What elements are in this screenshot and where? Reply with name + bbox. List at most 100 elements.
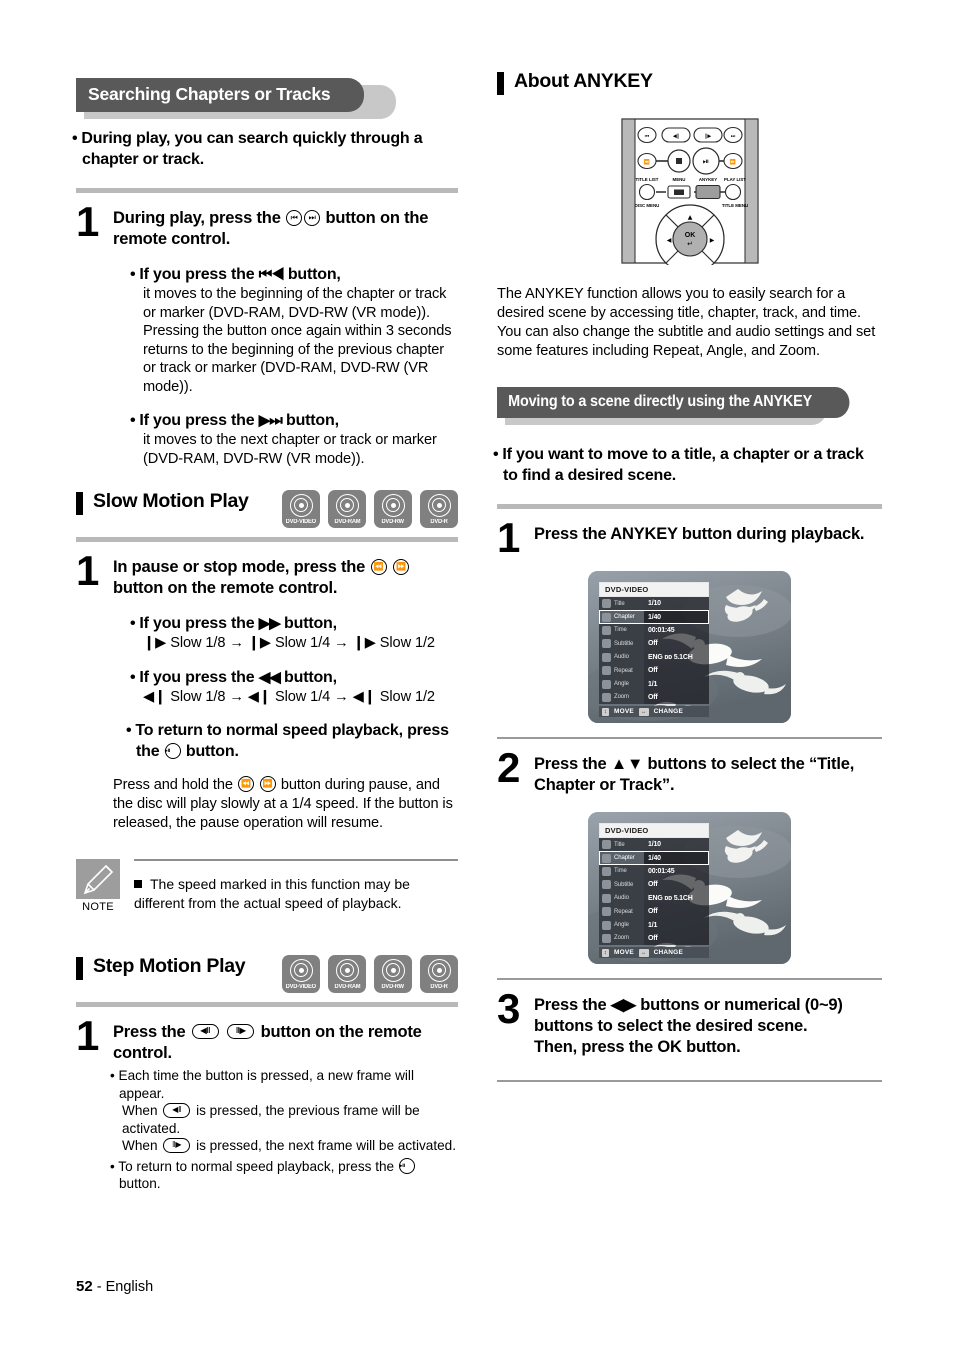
title-icon <box>602 599 611 609</box>
svg-text:‖▶: ‖▶ <box>704 134 711 140</box>
osd-row-label: Title <box>614 841 625 848</box>
osd-row-angle[interactable]: Angle 1/1 <box>599 677 709 691</box>
osd-key: Audio <box>599 891 644 905</box>
disc-badge-label: DVD-RW <box>381 518 405 525</box>
osd-footer-change: CHANGE <box>653 949 683 957</box>
section-rule <box>76 1002 458 1007</box>
bullet-dot-icon: • <box>72 130 78 147</box>
note-square-icon <box>134 880 142 888</box>
osd-disc-type: DVD-VIDEO <box>599 582 709 597</box>
svg-text:◀‖: ◀‖ <box>672 134 678 140</box>
osd-row-chapter[interactable]: Chapter 1/40 <box>599 851 709 865</box>
clock-icon <box>602 866 611 876</box>
osd-row-zoom[interactable]: Zoom Off <box>599 690 709 705</box>
osd-row-time[interactable]: Time 00:01:45 <box>599 864 709 879</box>
line3-prefix: When <box>122 1138 158 1153</box>
osd-row-time[interactable]: Time 00:01:45 <box>599 623 709 638</box>
step-title: During play, press the ⏮ ⏭ button on the … <box>113 208 458 250</box>
bullet-normal-speed: • To return to normal speed playback, pre… <box>126 720 458 762</box>
svg-text:TITLE MENU: TITLE MENU <box>721 203 747 208</box>
bullet-label: If you press the <box>139 412 255 429</box>
anykey-osd-menu: DVD-VIDEO Title 1/10 Chapter 1/40 Time 0… <box>599 582 709 718</box>
step-motion-bullet-1-line3: When ‖▶ is pressed, the next frame will … <box>113 1137 458 1155</box>
osd-row-repeat[interactable]: Repeat Off <box>599 904 709 919</box>
disc-badge-dvd-video: DVD-VIDEO <box>282 955 320 993</box>
step-motion-bullet-1: • Each time the button is pressed, a new… <box>110 1067 458 1102</box>
osd-row-title[interactable]: Title 1/10 <box>599 838 709 852</box>
disc-badge-label: DVD-R <box>430 983 448 990</box>
disc-badges: DVD-VIDEO DVD-RAM DVD-RW DVD-R <box>282 490 458 528</box>
osd-screenshot-1-wrap: DVD-VIDEO Title 1/10 Chapter 1/40 Time 0… <box>497 571 882 723</box>
bullet-slow-back: • If you press the ◀◀ button, <box>130 667 458 688</box>
bullet-line-1: Each time the button is pressed, a new f… <box>118 1068 414 1101</box>
section-rule <box>76 537 458 542</box>
disc-badge-dvd-rw: DVD-RW <box>374 955 412 993</box>
osd-row-audio[interactable]: Audio ENG ᴅᴅ 5.1CH <box>599 891 709 905</box>
svg-text:▲: ▲ <box>687 214 692 221</box>
step-number: 2 <box>497 744 520 791</box>
about-anykey-heading: About ANYKEY <box>497 70 882 95</box>
osd-row-chapter[interactable]: Chapter 1/40 <box>599 610 709 624</box>
step-motion-bullet-1-line2: When ◀‖ is pressed, the previous frame w… <box>113 1102 458 1137</box>
left-column: Searching Chapters or Tracks • During pla… <box>72 78 458 1193</box>
step-number: 1 <box>76 198 99 245</box>
bullet-dot-icon: • <box>130 668 136 686</box>
bullet-dot-icon: • <box>110 1068 115 1083</box>
anykey-description: The ANYKEY function allows you to easily… <box>497 286 876 359</box>
speaker-icon <box>602 652 611 662</box>
osd-row-angle[interactable]: Angle 1/1 <box>599 918 709 932</box>
osd-footer-move: MOVE <box>613 708 634 716</box>
osd-row-zoom[interactable]: Zoom Off <box>599 931 709 946</box>
osd-row-value: 1/1 <box>644 677 709 691</box>
pencil-icon <box>76 859 120 899</box>
step-1-search: 1 During play, press the ⏮ ⏭ button on th… <box>76 198 458 468</box>
osd-row-label: Angle <box>614 681 629 688</box>
step-title-part1: In pause or stop mode, press the <box>113 558 366 576</box>
bullet2-prefix: To return to normal speed playback, pres… <box>118 1158 395 1174</box>
line3-suffix: is pressed, the next frame will be activ… <box>196 1138 456 1153</box>
slow-motion-title: Slow Motion Play <box>93 490 249 512</box>
osd-row-subtitle[interactable]: Subtitle Off <box>599 637 709 651</box>
bullet-label: If you press the <box>139 615 255 632</box>
osd-key: Subtitle <box>599 637 644 651</box>
osd-key: Time <box>599 623 644 638</box>
footer-separator: - <box>96 1279 102 1295</box>
step-number: 3 <box>497 985 520 1032</box>
bullet-label-end: button, <box>284 615 337 632</box>
magnifier-icon <box>602 692 611 702</box>
line2-prefix: When <box>122 1103 158 1118</box>
disc-badge-label: DVD-VIDEO <box>285 983 317 990</box>
fast-forward-glyph-icon: ▶▶ <box>258 615 281 632</box>
magnifier-icon <box>602 933 611 943</box>
speaker-icon <box>602 893 611 903</box>
step-1-slow-motion: 1 In pause or stop mode, press the ⏪ ⏩ b… <box>76 550 458 833</box>
osd-row-label: Zoom <box>614 694 629 701</box>
note-box: NOTE The speed marked in this function m… <box>76 859 458 913</box>
bullet-label: To return to normal speed playback, pres… <box>135 722 449 760</box>
bullet2-suffix: button. <box>119 1176 161 1191</box>
rewind-glyph-icon: ◀◀ <box>258 668 281 686</box>
osd-row-label: Repeat <box>614 667 633 674</box>
osd-row-value: 1/1 <box>644 918 709 932</box>
disc-icon <box>335 493 359 517</box>
osd-row-audio[interactable]: Audio ENG ᴅᴅ 5.1CH <box>599 650 709 664</box>
section-rule <box>497 1080 882 1082</box>
section-rule <box>497 504 882 509</box>
step-title: Press the ANYKEY button during playback. <box>534 525 865 543</box>
moving-scene-banner-label: Moving to a scene directly using the ANY… <box>497 387 850 418</box>
bullet-dot-icon: • <box>110 1158 115 1174</box>
slow-forward-speeds: ❙▶ Slow 1/8 → ❙▶ Slow 1/4 → ❙▶ Slow 1/2 <box>143 635 435 651</box>
intro-bullet-text: During play, you can search quickly thro… <box>81 130 423 168</box>
disc-icon <box>427 958 451 982</box>
disc-icon <box>381 493 405 517</box>
osd-row-subtitle[interactable]: Subtitle Off <box>599 878 709 892</box>
bullet-label-end: button, <box>286 412 339 429</box>
osd-row-repeat[interactable]: Repeat Off <box>599 663 709 678</box>
osd-screenshot-2-wrap: DVD-VIDEO Title 1/10 Chapter 1/40 Time 0… <box>497 812 882 964</box>
osd-row-title[interactable]: Title 1/10 <box>599 597 709 611</box>
svg-text:◀: ◀ <box>666 237 671 244</box>
right-column: About ANYKEY ⏮ ◀‖ ‖▶ ⏭ ⏪ ⏯ ⏩ TITLE LIST … <box>493 70 882 1094</box>
disc-icon <box>335 958 359 982</box>
search-forward-key-icon: ⏩ <box>392 558 409 575</box>
repeat-icon <box>602 907 611 917</box>
